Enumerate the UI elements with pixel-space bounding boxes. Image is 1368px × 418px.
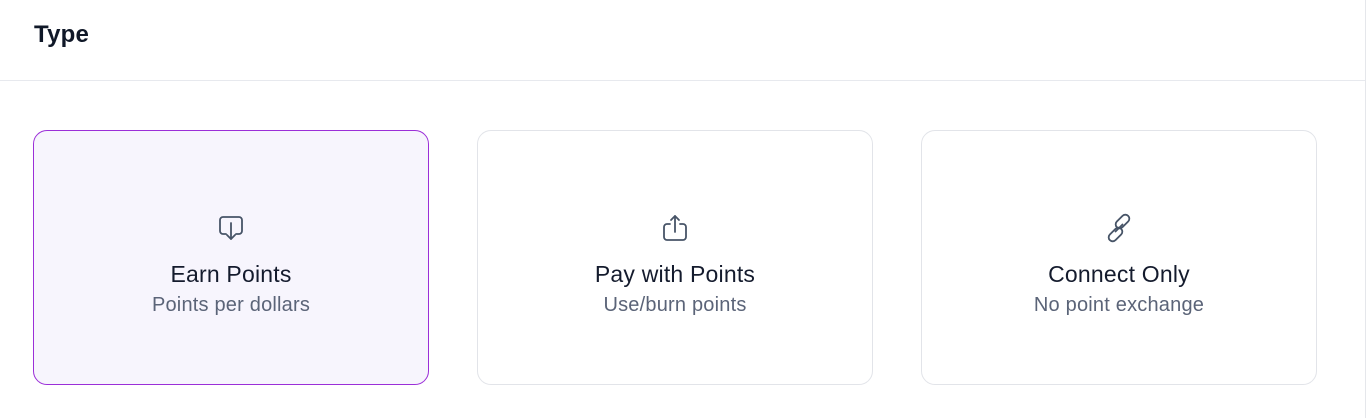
option-title: Pay with Points <box>594 261 756 287</box>
section-title: Type <box>34 21 90 48</box>
option-card-pay-with-points[interactable]: Pay with Points Use/burn points <box>477 130 873 385</box>
type-panel: Type Earn Points Points per dollars Pay … <box>0 0 1366 418</box>
option-subtitle: Use/burn points <box>603 294 747 316</box>
option-subtitle: Points per dollars <box>151 294 311 316</box>
link-icon <box>1102 211 1136 245</box>
earn-points-icon <box>214 211 248 245</box>
option-title: Earn Points <box>170 261 292 287</box>
option-card-earn-points[interactable]: Earn Points Points per dollars <box>33 130 429 385</box>
pay-points-icon <box>658 211 692 245</box>
section-header: Type <box>0 0 1365 81</box>
option-subtitle: No point exchange <box>1033 294 1205 316</box>
option-card-connect-only[interactable]: Connect Only No point exchange <box>921 130 1317 385</box>
option-title: Connect Only <box>1048 261 1190 287</box>
type-options: Earn Points Points per dollars Pay with … <box>33 130 1317 385</box>
